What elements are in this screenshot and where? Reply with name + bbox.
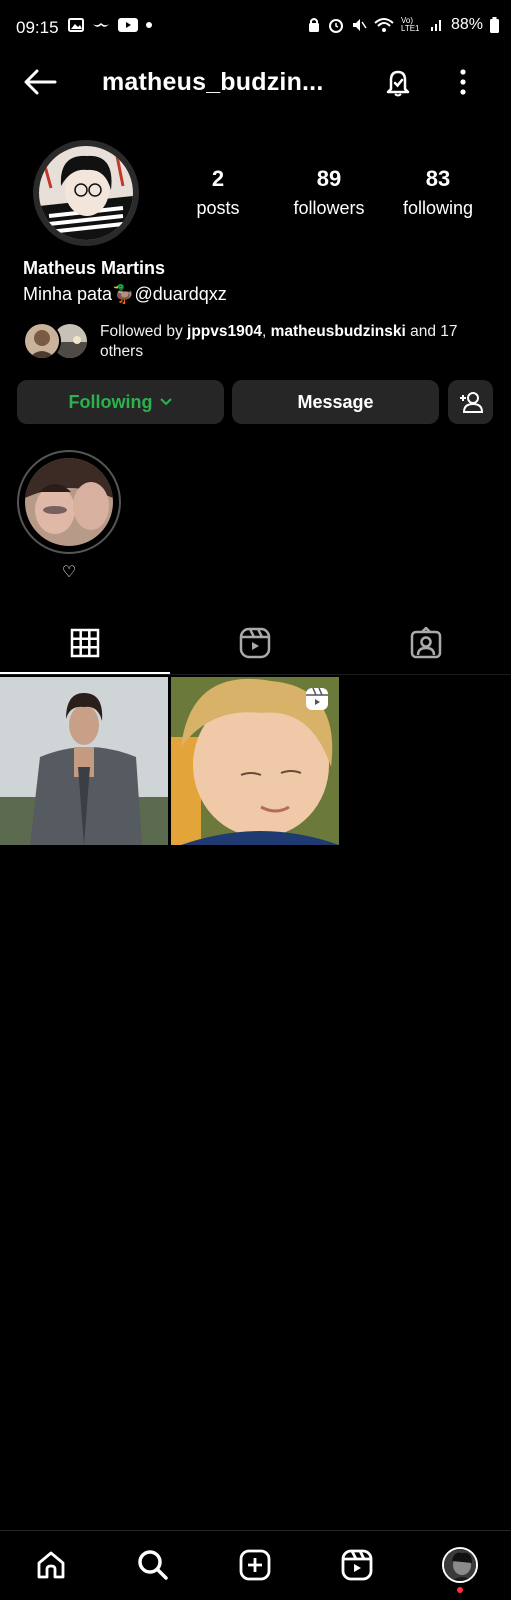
nav-create[interactable] [225,1540,285,1590]
posts-label: posts [196,198,240,218]
tab-posts-grid[interactable] [0,615,170,671]
status-right-icons: Vo) LTE1 88% [307,16,499,34]
story-highlight-image[interactable] [25,458,113,546]
following-label: following [402,198,474,218]
followed-by-user-1: jppvs1904 [187,323,262,340]
profile-avatar-nav [442,1547,478,1583]
add-post-icon [239,1549,271,1581]
reel-indicator-icon [306,687,328,710]
following-button[interactable]: Following [17,380,224,424]
youtube-icon [118,18,138,32]
followed-by-separator: , [261,323,271,340]
reels-icon [341,1549,373,1581]
tab-divider [0,674,511,675]
posts-count[interactable]: 2 posts [168,166,268,219]
profile-name: Matheus Martins [23,258,166,278]
profile-avatar[interactable] [39,146,133,240]
posts-value: 2 [211,166,225,191]
notification-dot [457,1587,463,1593]
active-tab-indicator [0,672,170,674]
more-options-icon [460,69,466,95]
followers-value: 89 [316,166,342,191]
nav-home[interactable] [21,1540,81,1590]
reels-icon [239,627,271,659]
post-thumbnail[interactable] [171,677,339,845]
nav-search[interactable] [123,1540,183,1590]
profile-bio[interactable]: Minha pata🦆@duardqxz [23,284,227,305]
lock-icon [308,18,319,32]
status-time: 09:15 [16,18,59,37]
bottom-nav-divider [0,1530,511,1531]
mutual-avatar-1 [23,322,61,360]
followers-label: followers [293,198,365,218]
tab-reels[interactable] [170,615,340,671]
search-icon [138,1550,168,1580]
tagged-icon [410,627,442,659]
gallery-icon [68,18,84,32]
back-arrow-icon [24,69,57,95]
home-icon [37,1551,65,1579]
signal-icon [430,20,441,31]
tab-tagged[interactable] [341,615,511,671]
nav-reels[interactable] [327,1540,387,1590]
battery-icon [490,17,499,33]
followed-by-user-2: matheusbudzinski [270,323,406,340]
status-bar: 09:15 Vo) LTE1 88% [0,0,511,56]
status-left-icons [68,18,152,32]
message-button-label: Message [297,391,374,412]
following-value: 83 [425,166,451,191]
mute-icon [352,19,367,31]
chevron-down-icon [160,398,173,406]
add-person-icon [459,392,483,413]
grid-icon [70,628,100,658]
notification-bell-icon [386,70,410,97]
post-thumbnail[interactable] [0,677,168,845]
followed-by-prefix: Followed by [100,323,188,340]
notification-dot-icon [146,22,152,28]
story-highlight-label: ♡ [61,564,77,581]
network-label: Vo) LTE1 [400,16,420,33]
wifi-icon [374,18,394,32]
suggested-users-button[interactable] [448,380,493,424]
followed-by-text[interactable]: Followed by jppvs1904, matheusbudzinski … [100,322,490,362]
more-options-button[interactable] [448,64,478,100]
battery-percent: 88% [450,16,483,33]
mustache-icon [93,23,109,27]
message-button[interactable]: Message [232,380,439,424]
followers-count[interactable]: 89 followers [279,166,379,219]
alarm-icon [328,19,343,33]
notifications-button[interactable] [378,64,418,100]
following-button-label: Following [68,391,153,412]
nav-profile[interactable] [430,1540,490,1590]
profile-username: matheus_budzin... [102,68,324,96]
following-count[interactable]: 83 following [388,166,488,219]
back-button[interactable] [20,64,60,100]
